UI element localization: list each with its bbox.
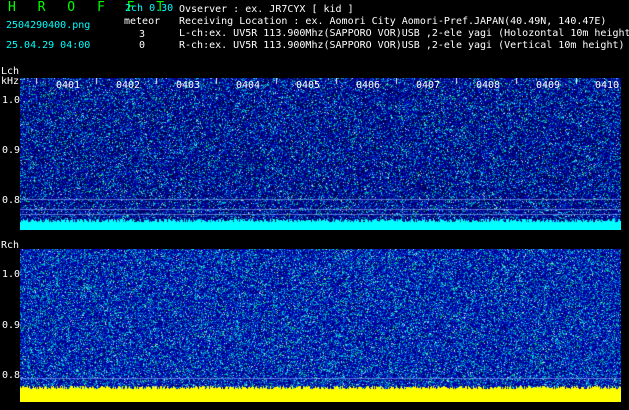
mode-label: meteor — [124, 16, 161, 27]
version-label: 2ch 0.30 — [125, 3, 174, 14]
lch-info-line: L-ch:ex. UV5R 113.900Mhz(SAPPORO VOR)USB… — [179, 28, 629, 39]
time-tick: 0409 — [536, 80, 561, 91]
lch-count: 3 — [139, 29, 146, 40]
rch-ytick-3: 0.8 — [2, 370, 21, 381]
lch-ytick-1: 1.0 — [2, 95, 21, 106]
rch-spectrogram — [20, 249, 621, 402]
time-tick: 0402 — [116, 80, 141, 91]
time-tick: 0407 — [416, 80, 441, 91]
time-tick: 0404 — [236, 80, 261, 91]
lch-ytick-2: 0.9 — [2, 145, 21, 156]
location-line: Receiving Location : ex. Aomori City Aom… — [179, 16, 607, 27]
time-tick: 0405 — [296, 80, 321, 91]
rch-info-line: R-ch:ex. UV5R 113.900Mhz(SAPPORO VOR)USB… — [179, 40, 625, 51]
time-tick: 0403 — [176, 80, 201, 91]
time-tick: 0401 — [56, 80, 81, 91]
rch-label: Rch — [1, 240, 20, 251]
time-tick: 0406 — [356, 80, 381, 91]
lch-spectrogram — [20, 78, 621, 230]
observer-line: Ovserver : ex. JR7CYX [ kid ] — [179, 4, 354, 15]
lch-spectrogram-canvas — [20, 78, 621, 230]
lch-unit-label: kHz — [1, 76, 20, 87]
time-tick: 0410 — [595, 80, 620, 91]
rch-spectrogram-canvas — [20, 249, 621, 402]
timestamp-label: 25.04.29 04:00 — [6, 40, 91, 51]
rch-count: 0 — [139, 40, 146, 51]
rch-ytick-2: 0.9 — [2, 320, 21, 331]
time-tick: 0408 — [476, 80, 501, 91]
filename-label: 2504290400.png — [6, 20, 91, 31]
rch-ytick-1: 1.0 — [2, 269, 21, 280]
lch-ytick-3: 0.8 — [2, 195, 21, 206]
